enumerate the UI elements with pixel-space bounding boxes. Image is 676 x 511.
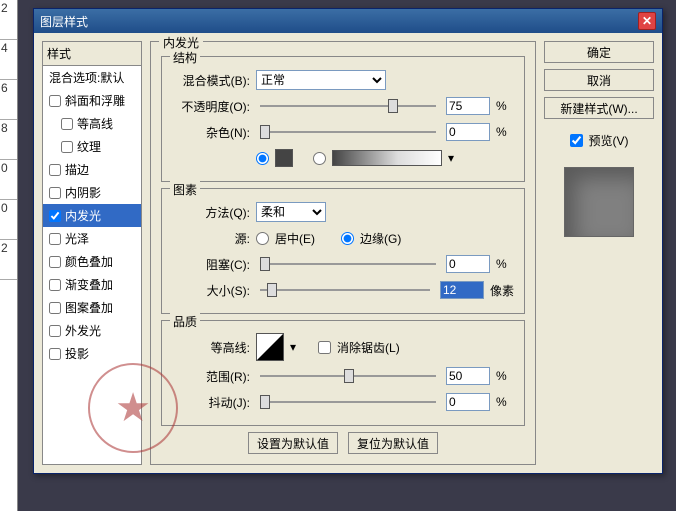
opacity-label: 不透明度(O): [172,98,250,115]
gradient-radio[interactable] [313,152,326,165]
size-slider[interactable] [260,281,430,299]
style-item-10[interactable]: 外发光 [43,319,141,342]
color-swatch[interactable] [275,149,293,167]
style-checkbox[interactable] [49,210,61,222]
quality-group: 品质 等高线: ▾ 消除锯齿(L) 范围(R): % [161,320,525,426]
range-input[interactable] [446,367,490,385]
chevron-down-icon[interactable]: ▾ [290,340,296,354]
choke-slider[interactable] [260,255,436,273]
style-checkbox[interactable] [49,302,61,314]
choke-input[interactable] [446,255,490,273]
style-item-5[interactable]: 内发光 [43,204,141,227]
noise-slider[interactable] [260,123,436,141]
titlebar[interactable]: 图层样式 ✕ [34,9,662,33]
style-item-3[interactable]: 描边 [43,158,141,181]
reset-default-button[interactable]: 复位为默认值 [348,432,438,454]
cancel-button[interactable]: 取消 [544,69,654,91]
style-label: 内阴影 [65,184,101,201]
noise-label: 杂色(N): [172,124,250,141]
close-icon[interactable]: ✕ [638,12,656,30]
structure-group: 结构 混合模式(B): 正常 不透明度(O): % 杂色(N): [161,56,525,182]
style-checkbox[interactable] [49,95,61,107]
source-edge-radio[interactable] [341,232,354,245]
gradient-swatch[interactable] [332,150,442,166]
style-item-2[interactable]: 纹理 [43,135,141,158]
range-slider[interactable] [260,367,436,385]
blend-mode-label: 混合模式(B): [172,72,250,89]
ruler-vertical: 246 800 2 [0,0,18,511]
settings-center: 内发光 结构 混合模式(B): 正常 不透明度(O): % 杂色(N): [150,41,536,465]
style-checkbox[interactable] [49,164,61,176]
source-label: 源: [172,230,250,247]
styles-header: 样式 [43,42,141,66]
contour-picker[interactable] [256,333,284,361]
size-label: 大小(S): [172,282,250,299]
range-label: 范围(R): [172,368,250,385]
style-checkbox[interactable] [61,118,73,130]
new-style-button[interactable]: 新建样式(W)... [544,97,654,119]
style-item-1[interactable]: 等高线 [43,112,141,135]
technique-select[interactable]: 柔和 [256,202,326,222]
style-checkbox[interactable] [49,348,61,360]
style-checkbox[interactable] [49,279,61,291]
style-label: 等高线 [77,115,113,132]
jitter-input[interactable] [446,393,490,411]
style-label: 纹理 [77,138,101,155]
jitter-label: 抖动(J): [172,394,250,411]
elements-group: 图素 方法(Q): 柔和 源: 居中(E) 边缘(G) 阻塞(C): [161,188,525,314]
style-item-9[interactable]: 图案叠加 [43,296,141,319]
style-item-6[interactable]: 光泽 [43,227,141,250]
set-default-button[interactable]: 设置为默认值 [248,432,338,454]
contour-label: 等高线: [172,339,250,356]
opacity-slider[interactable] [260,97,436,115]
ok-button[interactable]: 确定 [544,41,654,63]
style-label: 内发光 [65,207,101,224]
inner-glow-group: 内发光 结构 混合模式(B): 正常 不透明度(O): % 杂色(N): [150,41,536,465]
styles-panel: 样式 混合选项:默认 斜面和浮雕等高线纹理描边内阴影内发光光泽颜色叠加渐变叠加图… [42,41,142,465]
style-checkbox[interactable] [49,187,61,199]
chevron-down-icon[interactable]: ▾ [448,151,454,165]
style-item-8[interactable]: 渐变叠加 [43,273,141,296]
style-label: 外发光 [65,322,101,339]
style-item-0[interactable]: 斜面和浮雕 [43,89,141,112]
style-label: 光泽 [65,230,89,247]
blend-options[interactable]: 混合选项:默认 [43,66,141,89]
right-panel: 确定 取消 新建样式(W)... 预览(V) [544,41,654,465]
style-item-4[interactable]: 内阴影 [43,181,141,204]
blend-mode-select[interactable]: 正常 [256,70,386,90]
source-center-radio[interactable] [256,232,269,245]
style-item-7[interactable]: 颜色叠加 [43,250,141,273]
style-label: 颜色叠加 [65,253,113,270]
antialias-checkbox[interactable] [318,341,331,354]
dialog-title: 图层样式 [40,13,88,30]
technique-label: 方法(Q): [172,204,250,221]
preview-thumbnail [564,167,634,237]
style-checkbox[interactable] [49,233,61,245]
style-checkbox[interactable] [49,256,61,268]
style-checkbox[interactable] [61,141,73,153]
size-input[interactable] [440,281,484,299]
layer-style-dialog: 图层样式 ✕ 样式 混合选项:默认 斜面和浮雕等高线纹理描边内阴影内发光光泽颜色… [33,8,663,474]
preview-checkbox[interactable] [570,134,583,147]
opacity-input[interactable] [446,97,490,115]
color-radio[interactable] [256,152,269,165]
style-label: 投影 [65,345,89,362]
style-label: 斜面和浮雕 [65,92,125,109]
style-checkbox[interactable] [49,325,61,337]
style-item-11[interactable]: 投影 [43,342,141,365]
style-label: 图案叠加 [65,299,113,316]
jitter-slider[interactable] [260,393,436,411]
style-label: 描边 [65,161,89,178]
choke-label: 阻塞(C): [172,256,250,273]
style-label: 渐变叠加 [65,276,113,293]
noise-input[interactable] [446,123,490,141]
